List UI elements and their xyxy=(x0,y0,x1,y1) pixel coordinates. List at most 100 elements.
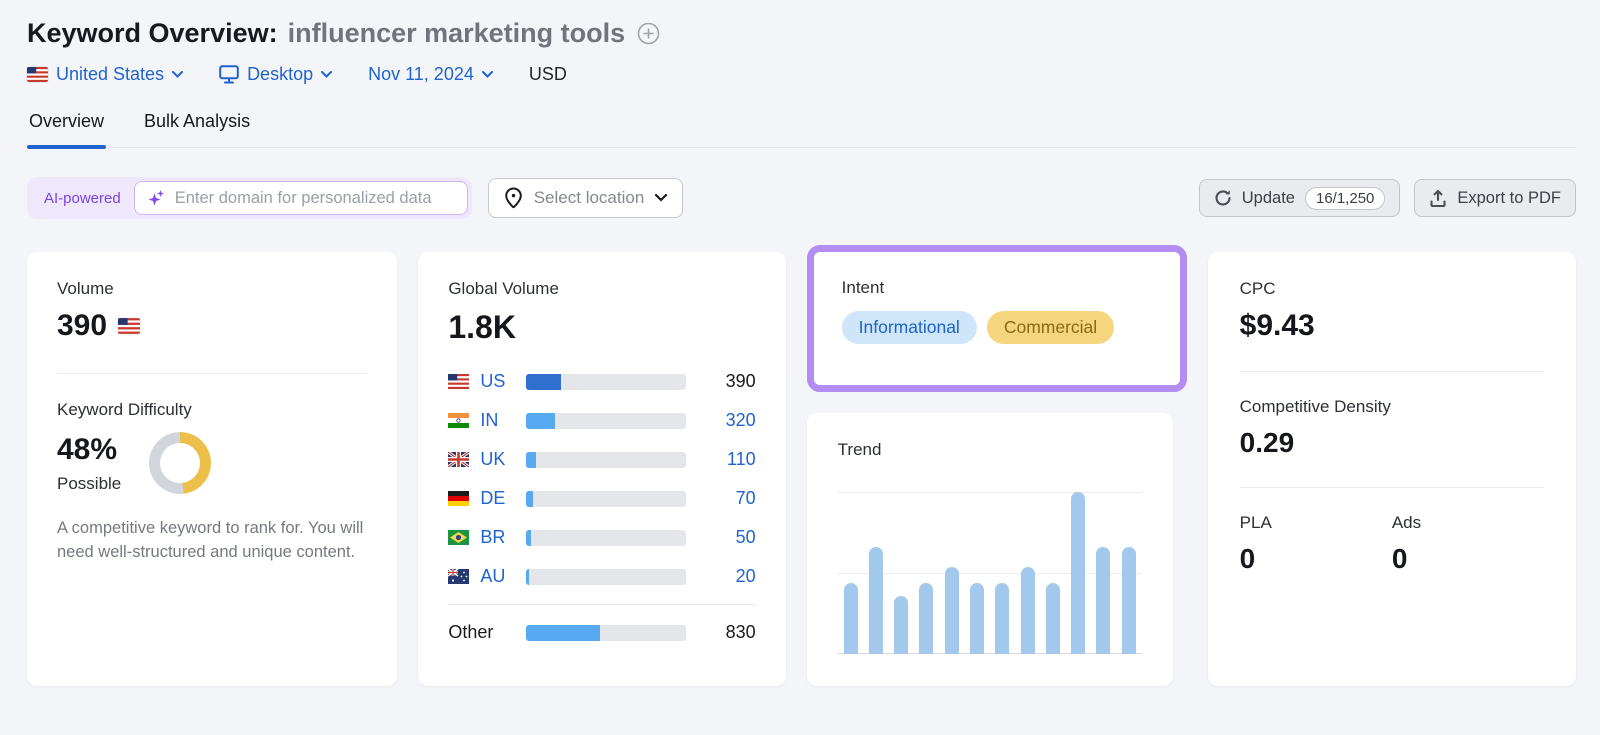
trend-bar xyxy=(1096,547,1111,654)
location-pin-icon xyxy=(504,187,523,209)
header: Keyword Overview: influencer marketing t… xyxy=(27,18,1576,49)
volume-bar xyxy=(526,490,686,507)
trend-bar xyxy=(995,582,1010,654)
cpc-label: CPC xyxy=(1239,279,1276,298)
device-dropdown[interactable]: Desktop xyxy=(219,64,333,85)
domain-input[interactable] xyxy=(174,188,455,208)
domain-input-box xyxy=(133,181,468,215)
volume-bar xyxy=(526,373,686,390)
page-title: Keyword Overview: xyxy=(27,18,278,48)
pla-label: PLA xyxy=(1239,513,1272,532)
global-volume-list: US 390 IN 320 UK 110 DE 70 BR 50 AU 20 xyxy=(448,362,756,596)
global-volume-label: Global Volume xyxy=(448,279,559,298)
global-volume-row: IN 320 xyxy=(448,401,756,440)
tab-bar: Overview Bulk Analysis xyxy=(27,111,1576,149)
refresh-icon xyxy=(1214,189,1232,207)
chevron-down-icon xyxy=(655,194,668,202)
volume-card: Volume 390 Keyword Difficulty 48% Possib… xyxy=(27,252,398,686)
country-link-us[interactable]: US xyxy=(480,371,526,392)
country-link-de[interactable]: DE xyxy=(480,488,526,509)
keyword-overview-page: Keyword Overview: influencer marketing t… xyxy=(0,0,1600,686)
country-link-br[interactable]: BR xyxy=(480,527,526,548)
intent-label: Intent xyxy=(841,278,885,297)
volume-bar xyxy=(526,412,686,429)
trend-bar xyxy=(1071,492,1086,654)
trend-bar xyxy=(1020,566,1035,654)
location-dropdown[interactable]: United States xyxy=(27,64,184,85)
flag-in-icon xyxy=(448,413,470,428)
cpc-card: CPC $9.43 Competitive Density 0.29 PLA 0… xyxy=(1207,252,1576,686)
volume-bar xyxy=(526,624,686,641)
volume-value: 390 xyxy=(725,371,756,391)
chevron-down-icon xyxy=(321,71,333,78)
ai-powered-badge: AI-powered xyxy=(44,189,121,207)
other-label: Other xyxy=(448,622,494,642)
currency-label: USD xyxy=(528,64,567,84)
flag-us-icon xyxy=(118,318,141,334)
volume-bar xyxy=(526,451,686,468)
update-counter: 16/1,250 xyxy=(1304,186,1386,210)
global-volume-other-row: Other 830 xyxy=(448,613,755,652)
global-volume-card: Global Volume 1.8K US 390 IN 320 UK 110 DE 70 BR… xyxy=(418,252,786,686)
country-link-au[interactable]: AU xyxy=(480,566,526,587)
chevron-down-icon xyxy=(172,71,184,78)
volume-label: Volume xyxy=(57,279,114,298)
metrics-cards: Volume 390 Keyword Difficulty 48% Possib… xyxy=(27,245,1576,686)
volume-value: 20 xyxy=(735,566,756,586)
trend-bar xyxy=(969,582,984,654)
flag-us-icon xyxy=(27,67,48,82)
other-value: 830 xyxy=(725,622,756,642)
kd-donut-chart xyxy=(149,432,212,494)
tab-bulk-analysis[interactable]: Bulk Analysis xyxy=(142,111,252,147)
update-button[interactable]: Update 16/1,250 xyxy=(1198,179,1401,217)
flag-uk-icon xyxy=(448,452,470,467)
trend-bar xyxy=(894,595,909,654)
select-location-dropdown[interactable]: Select location xyxy=(487,178,684,218)
sparkle-icon xyxy=(147,189,166,208)
volume-value: 110 xyxy=(726,449,756,469)
volume-value: 50 xyxy=(735,527,756,547)
flag-de-icon xyxy=(448,491,470,506)
trend-card: Trend xyxy=(806,413,1173,686)
country-link-in[interactable]: IN xyxy=(480,410,526,431)
keyword-text: influencer marketing tools xyxy=(287,18,626,48)
kd-level: Possible xyxy=(57,473,122,493)
cpc-value: $9.43 xyxy=(1239,309,1315,342)
add-keyword-icon[interactable] xyxy=(637,22,660,45)
filter-bar: United States Desktop Nov 11, 2024 USD xyxy=(27,64,1576,85)
competitive-density-label: Competitive Density xyxy=(1239,397,1391,416)
global-volume-row: AU 20 xyxy=(448,557,756,596)
export-pdf-button[interactable]: Export to PDF xyxy=(1414,179,1576,217)
global-volume-row: DE 70 xyxy=(448,479,756,518)
trend-bar xyxy=(1045,582,1060,654)
country-link-uk[interactable]: UK xyxy=(480,449,526,470)
ads-value: 0 xyxy=(1391,543,1408,574)
intent-trend-column: Intent Informational Commercial Trend xyxy=(806,245,1187,686)
global-volume-row: US 390 xyxy=(448,362,756,401)
intent-badge-commercial: Commercial xyxy=(986,311,1115,344)
kd-value: 48% xyxy=(57,432,118,466)
tab-overview[interactable]: Overview xyxy=(27,111,107,149)
trend-bar xyxy=(868,547,883,654)
trend-chart xyxy=(837,492,1142,654)
intent-highlight-frame: Intent Informational Commercial xyxy=(806,245,1187,392)
flag-br-icon xyxy=(448,530,470,545)
trend-bar xyxy=(1121,547,1136,654)
global-volume-value: 1.8K xyxy=(448,309,516,345)
kd-description: A competitive keyword to rank for. You w… xyxy=(57,519,364,561)
chevron-down-icon xyxy=(481,71,493,78)
competitive-density-value: 0.29 xyxy=(1239,427,1295,458)
export-icon xyxy=(1429,189,1447,208)
ads-label: Ads xyxy=(1391,513,1422,532)
trend-label: Trend xyxy=(837,440,882,459)
toolbar: AI-powered Select location xyxy=(27,177,1576,219)
date-dropdown[interactable]: Nov 11, 2024 xyxy=(368,64,493,85)
volume-bar xyxy=(526,529,686,546)
volume-bar xyxy=(526,568,686,585)
pla-value: 0 xyxy=(1239,543,1256,574)
intent-card: Intent Informational Commercial xyxy=(813,252,1180,385)
kd-label: Keyword Difficulty xyxy=(57,400,192,419)
global-volume-row: BR 50 xyxy=(448,518,756,557)
ai-domain-group: AI-powered xyxy=(27,177,472,219)
intent-badge-informational: Informational xyxy=(841,311,977,344)
